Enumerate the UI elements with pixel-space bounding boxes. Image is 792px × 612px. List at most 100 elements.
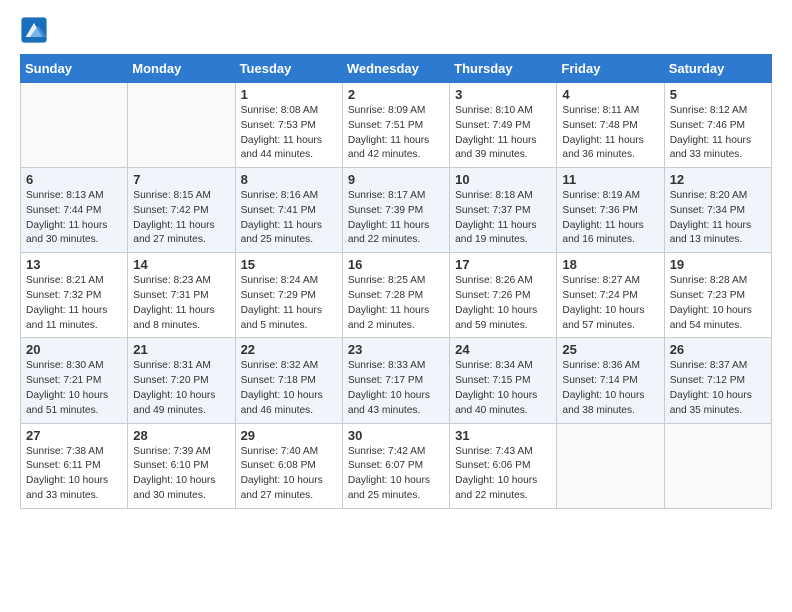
day-info: Sunrise: 7:43 AM Sunset: 6:06 PM Dayligh… — [455, 445, 551, 504]
calendar-cell: 1 Sunrise: 8:08 AM Sunset: 7:53 PM Daylig… — [235, 83, 342, 168]
day-info: Sunrise: 8:31 AM Sunset: 7:20 PM Dayligh… — [133, 359, 229, 418]
day-number: 19 — [670, 257, 766, 272]
calendar-cell: 15Sunrise: 8:24 AM Sunset: 7:29 PM Dayli… — [235, 253, 342, 338]
calendar-cell: 16Sunrise: 8:25 AM Sunset: 7:28 PM Dayli… — [342, 253, 449, 338]
day-number: 6 — [26, 172, 122, 187]
day-info: Sunrise: 8:16 AM Sunset: 7:41 PM Dayligh… — [241, 189, 337, 248]
day-info: Sunrise: 8:28 AM Sunset: 7:23 PM Dayligh… — [670, 274, 766, 333]
calendar-week-row: 1 Sunrise: 8:08 AM Sunset: 7:53 PM Daylig… — [21, 83, 772, 168]
day-info: Sunrise: 8:23 AM Sunset: 7:31 PM Dayligh… — [133, 274, 229, 333]
calendar-header-saturday: Saturday — [664, 55, 771, 83]
day-number: 18 — [562, 257, 658, 272]
calendar-cell: 20 Sunrise: 8:30 AM Sunset: 7:21 PM Dayli… — [21, 338, 128, 423]
calendar-cell — [557, 423, 664, 508]
calendar-week-row: 20 Sunrise: 8:30 AM Sunset: 7:21 PM Dayli… — [21, 338, 772, 423]
page-header — [20, 16, 772, 44]
day-info: Sunrise: 8:12 AM Sunset: 7:46 PM Dayligh… — [670, 104, 766, 163]
day-number: 14 — [133, 257, 229, 272]
day-info: Sunrise: 7:38 AM Sunset: 6:11 PM Dayligh… — [26, 445, 122, 504]
calendar-table: SundayMondayTuesdayWednesdayThursdayFrid… — [20, 54, 772, 509]
calendar-cell: 11Sunrise: 8:19 AM Sunset: 7:36 PM Dayli… — [557, 168, 664, 253]
calendar-header-monday: Monday — [128, 55, 235, 83]
day-number: 7 — [133, 172, 229, 187]
day-number: 13 — [26, 257, 122, 272]
calendar-cell: 6Sunrise: 8:13 AM Sunset: 7:44 PM Daylig… — [21, 168, 128, 253]
day-number: 1 — [241, 87, 337, 102]
calendar-cell: 19 Sunrise: 8:28 AM Sunset: 7:23 PM Dayli… — [664, 253, 771, 338]
calendar-cell: 30 Sunrise: 7:42 AM Sunset: 6:07 PM Dayli… — [342, 423, 449, 508]
day-info: Sunrise: 8:26 AM Sunset: 7:26 PM Dayligh… — [455, 274, 551, 333]
day-number: 22 — [241, 342, 337, 357]
day-number: 4 — [562, 87, 658, 102]
calendar-cell — [664, 423, 771, 508]
calendar-cell: 25 Sunrise: 8:36 AM Sunset: 7:14 PM Dayli… — [557, 338, 664, 423]
calendar-cell: 3 Sunrise: 8:10 AM Sunset: 7:49 PM Daylig… — [450, 83, 557, 168]
day-number: 23 — [348, 342, 444, 357]
calendar-cell: 29 Sunrise: 7:40 AM Sunset: 6:08 PM Dayli… — [235, 423, 342, 508]
day-number: 20 — [26, 342, 122, 357]
calendar-cell: 13 Sunrise: 8:21 AM Sunset: 7:32 PM Dayli… — [21, 253, 128, 338]
calendar-cell — [21, 83, 128, 168]
calendar-header-thursday: Thursday — [450, 55, 557, 83]
calendar-week-row: 6Sunrise: 8:13 AM Sunset: 7:44 PM Daylig… — [21, 168, 772, 253]
day-info: Sunrise: 8:33 AM Sunset: 7:17 PM Dayligh… — [348, 359, 444, 418]
calendar-cell: 22Sunrise: 8:32 AM Sunset: 7:18 PM Dayli… — [235, 338, 342, 423]
day-info: Sunrise: 8:20 AM Sunset: 7:34 PM Dayligh… — [670, 189, 766, 248]
day-number: 3 — [455, 87, 551, 102]
day-number: 15 — [241, 257, 337, 272]
day-info: Sunrise: 8:25 AM Sunset: 7:28 PM Dayligh… — [348, 274, 444, 333]
day-number: 17 — [455, 257, 551, 272]
logo-icon — [20, 16, 48, 44]
day-number: 21 — [133, 342, 229, 357]
calendar-cell: 31Sunrise: 7:43 AM Sunset: 6:06 PM Dayli… — [450, 423, 557, 508]
day-number: 25 — [562, 342, 658, 357]
calendar-cell: 23 Sunrise: 8:33 AM Sunset: 7:17 PM Dayli… — [342, 338, 449, 423]
day-info: Sunrise: 8:18 AM Sunset: 7:37 PM Dayligh… — [455, 189, 551, 248]
day-number: 9 — [348, 172, 444, 187]
day-number: 5 — [670, 87, 766, 102]
calendar-cell: 24 Sunrise: 8:34 AM Sunset: 7:15 PM Dayli… — [450, 338, 557, 423]
day-info: Sunrise: 8:21 AM Sunset: 7:32 PM Dayligh… — [26, 274, 122, 333]
calendar-cell: 18Sunrise: 8:27 AM Sunset: 7:24 PM Dayli… — [557, 253, 664, 338]
calendar-cell: 5 Sunrise: 8:12 AM Sunset: 7:46 PM Daylig… — [664, 83, 771, 168]
calendar-week-row: 13 Sunrise: 8:21 AM Sunset: 7:32 PM Dayli… — [21, 253, 772, 338]
calendar-cell: 14 Sunrise: 8:23 AM Sunset: 7:31 PM Dayli… — [128, 253, 235, 338]
day-number: 10 — [455, 172, 551, 187]
day-info: Sunrise: 8:36 AM Sunset: 7:14 PM Dayligh… — [562, 359, 658, 418]
calendar-header-tuesday: Tuesday — [235, 55, 342, 83]
day-info: Sunrise: 7:39 AM Sunset: 6:10 PM Dayligh… — [133, 445, 229, 504]
day-info: Sunrise: 8:15 AM Sunset: 7:42 PM Dayligh… — [133, 189, 229, 248]
calendar-cell: 21 Sunrise: 8:31 AM Sunset: 7:20 PM Dayli… — [128, 338, 235, 423]
calendar-cell: 27 Sunrise: 7:38 AM Sunset: 6:11 PM Dayli… — [21, 423, 128, 508]
calendar-cell: 10 Sunrise: 8:18 AM Sunset: 7:37 PM Dayli… — [450, 168, 557, 253]
day-info: Sunrise: 8:08 AM Sunset: 7:53 PM Dayligh… — [241, 104, 337, 163]
calendar-header-friday: Friday — [557, 55, 664, 83]
day-info: Sunrise: 8:10 AM Sunset: 7:49 PM Dayligh… — [455, 104, 551, 163]
calendar-week-row: 27 Sunrise: 7:38 AM Sunset: 6:11 PM Dayli… — [21, 423, 772, 508]
day-number: 30 — [348, 428, 444, 443]
day-info: Sunrise: 8:11 AM Sunset: 7:48 PM Dayligh… — [562, 104, 658, 163]
day-info: Sunrise: 8:19 AM Sunset: 7:36 PM Dayligh… — [562, 189, 658, 248]
day-info: Sunrise: 8:17 AM Sunset: 7:39 PM Dayligh… — [348, 189, 444, 248]
calendar-cell: 26Sunrise: 8:37 AM Sunset: 7:12 PM Dayli… — [664, 338, 771, 423]
calendar-header-wednesday: Wednesday — [342, 55, 449, 83]
day-number: 26 — [670, 342, 766, 357]
day-number: 27 — [26, 428, 122, 443]
calendar-cell: 28 Sunrise: 7:39 AM Sunset: 6:10 PM Dayli… — [128, 423, 235, 508]
calendar-cell: 7 Sunrise: 8:15 AM Sunset: 7:42 PM Daylig… — [128, 168, 235, 253]
calendar-cell: 8 Sunrise: 8:16 AM Sunset: 7:41 PM Daylig… — [235, 168, 342, 253]
day-info: Sunrise: 8:09 AM Sunset: 7:51 PM Dayligh… — [348, 104, 444, 163]
day-info: Sunrise: 8:34 AM Sunset: 7:15 PM Dayligh… — [455, 359, 551, 418]
day-number: 29 — [241, 428, 337, 443]
day-info: Sunrise: 7:40 AM Sunset: 6:08 PM Dayligh… — [241, 445, 337, 504]
calendar-cell: 4 Sunrise: 8:11 AM Sunset: 7:48 PM Daylig… — [557, 83, 664, 168]
calendar-cell: 12Sunrise: 8:20 AM Sunset: 7:34 PM Dayli… — [664, 168, 771, 253]
calendar-header-sunday: Sunday — [21, 55, 128, 83]
day-number: 28 — [133, 428, 229, 443]
calendar-cell: 2Sunrise: 8:09 AM Sunset: 7:51 PM Daylig… — [342, 83, 449, 168]
calendar-cell — [128, 83, 235, 168]
day-info: Sunrise: 7:42 AM Sunset: 6:07 PM Dayligh… — [348, 445, 444, 504]
day-number: 8 — [241, 172, 337, 187]
day-info: Sunrise: 8:30 AM Sunset: 7:21 PM Dayligh… — [26, 359, 122, 418]
day-number: 24 — [455, 342, 551, 357]
